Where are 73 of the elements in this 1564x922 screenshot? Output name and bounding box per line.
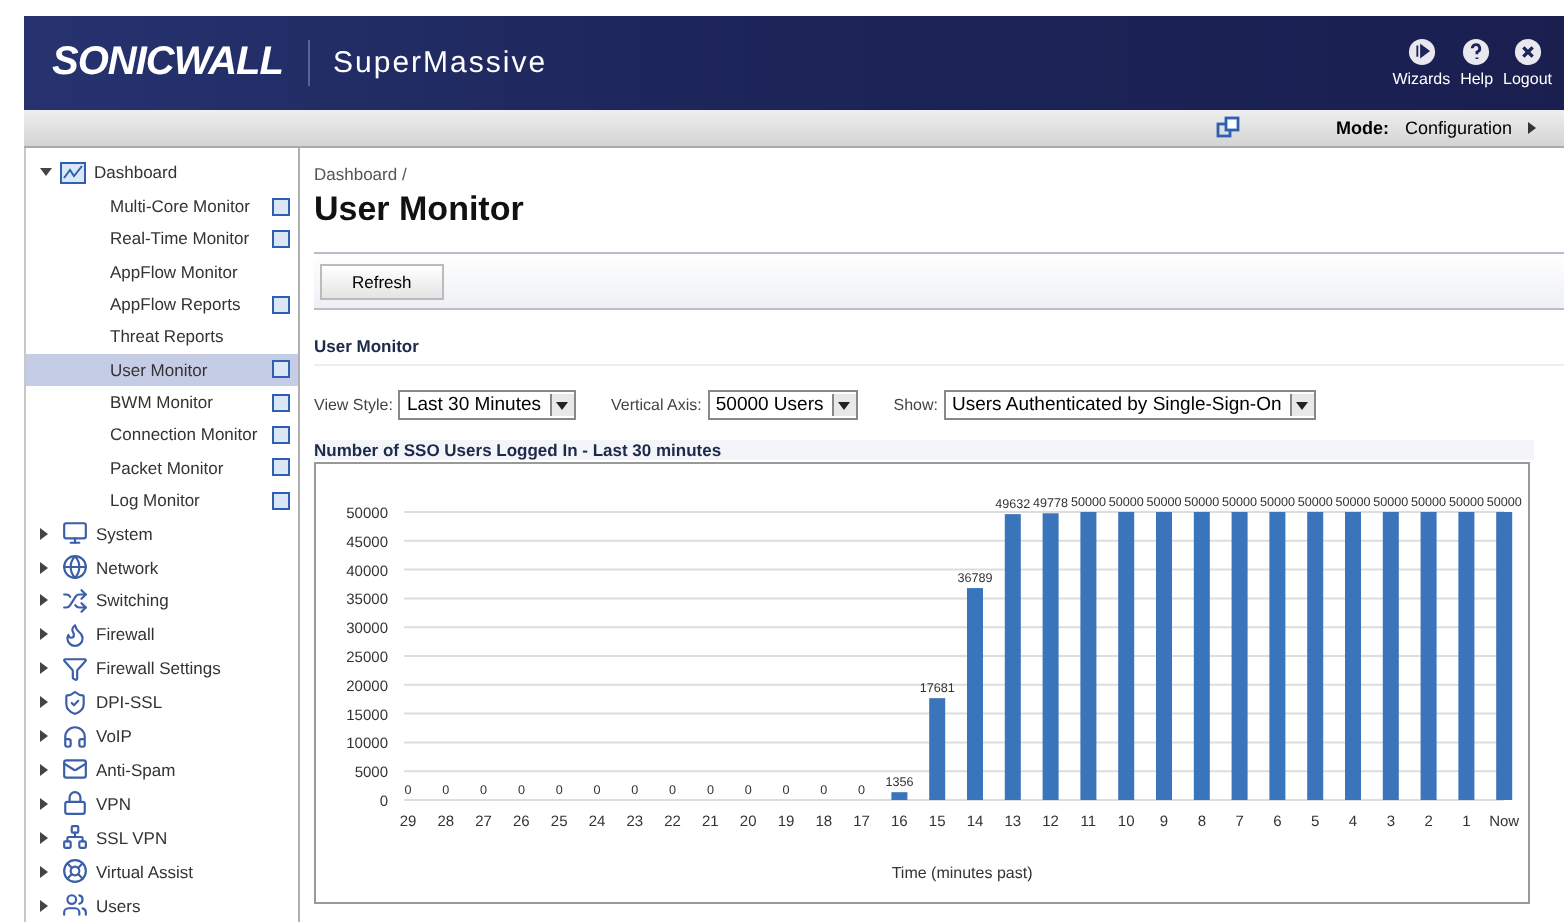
headset-icon (62, 723, 88, 750)
popout-icon[interactable] (272, 491, 290, 510)
sidebar-subitem[interactable]: User Monitor (26, 353, 298, 386)
popout-icon[interactable] (272, 229, 290, 248)
network-icon (62, 824, 88, 851)
refresh-button[interactable]: Refresh (320, 264, 444, 300)
popout-icon[interactable] (272, 393, 290, 412)
globe-icon (62, 554, 88, 581)
sidebar-subitem[interactable]: Real-Time Monitor (26, 222, 298, 256)
filter-label: Show: (893, 396, 938, 414)
page-title: User Monitor (314, 190, 526, 230)
sidebar-item[interactable]: Virtual Assist (26, 854, 298, 889)
caret-icon (556, 401, 569, 409)
windows-icon[interactable] (1215, 116, 1240, 140)
sidebar-item[interactable]: Firewall (26, 617, 298, 652)
bar (929, 698, 946, 800)
sidebar-item[interactable]: DPI-SSL (26, 685, 298, 720)
caret-icon (1296, 401, 1309, 409)
sidebar-item[interactable]: VPN (26, 786, 298, 821)
users-icon (62, 892, 88, 919)
filter-label: View Style: (314, 396, 393, 414)
chart-title: Number of SSO Users Logged In - Last 30 minutes (314, 440, 1534, 460)
header-link[interactable]: Wizards (1392, 38, 1451, 88)
product-name: SuperMassive (331, 46, 550, 80)
axis-title: Time (minutes past) (891, 864, 1033, 882)
brand-logo: SONICWALL (52, 40, 309, 86)
close-icon (1513, 38, 1542, 66)
sidebar-item[interactable]: SSL VPN (26, 820, 298, 855)
header-link[interactable]: Help (1460, 38, 1494, 88)
popout-icon[interactable] (272, 458, 290, 477)
chart-icon (60, 161, 86, 184)
popout-icon[interactable] (272, 197, 290, 216)
sidebar-item[interactable]: Anti-Spam (26, 753, 298, 787)
mode-label: Mode: (1335, 118, 1389, 138)
sidebar-subitem[interactable]: Log Monitor (26, 483, 298, 517)
mail-icon (62, 756, 88, 783)
popout-icon[interactable] (272, 425, 290, 444)
flame-icon (62, 621, 88, 648)
sidebar-item[interactable]: Network (26, 550, 298, 584)
popout-icon[interactable] (272, 295, 290, 314)
sidebar-subitem[interactable]: AppFlow Reports (26, 287, 298, 321)
filter-label: Vertical Axis: (611, 396, 702, 414)
sidebar-subitem[interactable]: AppFlow Monitor (26, 255, 298, 288)
dropdown[interactable]: Users Authenticated by Single-Sign-On (943, 390, 1316, 420)
mode-link[interactable]: Configuration (1404, 118, 1512, 138)
sidebar-subitem[interactable]: Threat Reports (26, 320, 298, 354)
dropdown[interactable]: Last 30 Minutes (398, 390, 576, 420)
bar (891, 792, 908, 800)
play-icon (1407, 38, 1436, 66)
caret-icon (838, 401, 851, 409)
sidebar-item[interactable]: Switching (26, 584, 298, 618)
sidebar-subitem[interactable]: Connection Monitor (26, 418, 298, 452)
sidebar-subitem[interactable]: Packet Monitor (26, 451, 298, 484)
sidebar-item[interactable]: Users (26, 888, 298, 922)
lock-icon (62, 790, 88, 817)
popout-icon[interactable] (272, 360, 290, 379)
monitor-icon (62, 520, 88, 547)
sidebar-subitem[interactable]: BWM Monitor (26, 385, 298, 419)
caret-icon (1528, 122, 1536, 134)
network-arrows-icon (62, 587, 88, 614)
sidebar-item[interactable]: System (26, 516, 298, 551)
section-title: User Monitor (314, 336, 1564, 366)
dropdown[interactable]: 50000 Users (707, 390, 858, 420)
help-icon (1462, 38, 1491, 66)
sidebar-item[interactable]: Firewall Settings (26, 651, 298, 686)
sidebar-item[interactable]: VoIP (26, 719, 298, 754)
header-link[interactable]: Logout (1503, 38, 1552, 88)
lifebuoy-icon (62, 858, 88, 885)
sidebar-subitem[interactable]: Multi-Core Monitor (26, 189, 298, 223)
sidebar-item[interactable]: Dashboard (26, 156, 298, 190)
breadcrumb: Dashboard / (314, 164, 409, 184)
shield-icon (62, 689, 88, 716)
filter-icon (62, 655, 88, 682)
